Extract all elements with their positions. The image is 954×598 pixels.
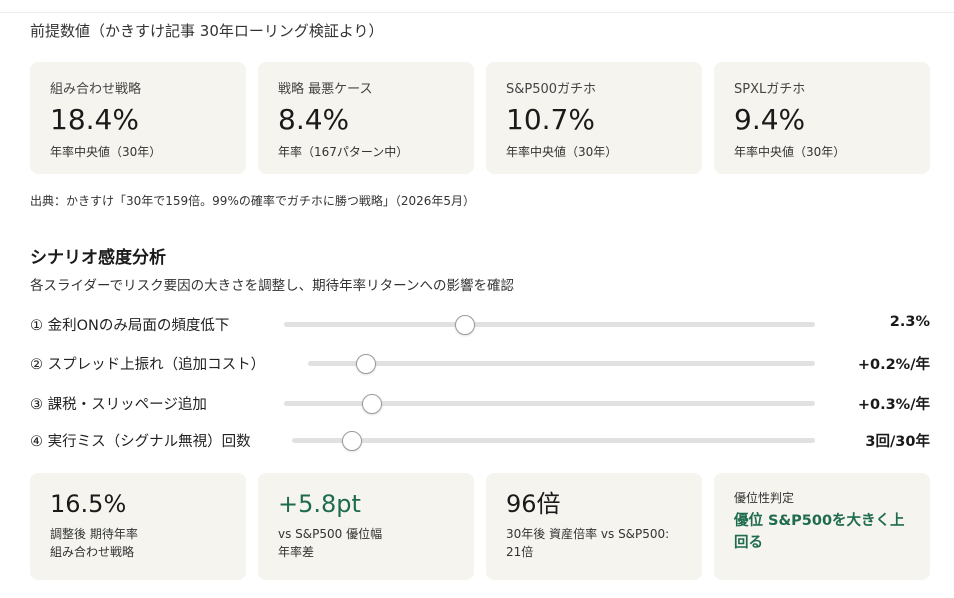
verdict-text: 優位 S&P500を大きく上回る <box>734 513 905 551</box>
source-citation: 出典：かきすけ「30年で159倍。99%の確率でガチホに勝つ戦略」（2026年5… <box>30 194 476 208</box>
card-value: 9.4% <box>734 103 806 136</box>
premise-card-combo-strategy: 組み合わせ戦略 18.4% 年率中央値（30年） <box>30 62 246 174</box>
result-card-row: 16.5% 調整後 期待年率 組み合わせ戦略 +5.8pt vs S&P500 … <box>30 473 930 580</box>
premise-card-sp500-hold: S&P500ガチホ 10.7% 年率中央値（30年） <box>486 62 702 174</box>
result-card-advantage: +5.8pt vs S&P500 優位幅 年率差 <box>258 473 474 580</box>
card-value: 10.7% <box>506 103 595 136</box>
result-subtext-line: 調整後 期待年率 <box>50 527 138 541</box>
slider-thumb[interactable] <box>356 354 377 374</box>
scenario-description: 各スライダーでリスク要因の大きさを調整し、期待年率リターンへの影響を確認 <box>30 278 514 294</box>
card-value: 18.4% <box>50 103 139 136</box>
slider-value: 2.3% <box>889 314 930 330</box>
result-subtext-line: 組み合わせ戦略 <box>50 545 135 559</box>
result-card-verdict: 優位性判定 優位 S&P500を大きく上回る <box>714 473 930 580</box>
slider-label: ④ 実行ミス（シグナル無視）回数 <box>30 434 251 450</box>
result-card-asset-multiple: 96倍 30年後 資産倍率 vs S&P500: 21倍 <box>486 473 702 580</box>
slider-row-rate-on-frequency: ① 金利ONのみ局面の頻度低下 2.3% <box>30 312 930 336</box>
result-subtext: vs S&P500 優位幅 年率差 <box>278 525 454 561</box>
card-note: 年率中央値（30年） <box>50 145 162 159</box>
verdict-label: 優位性判定 <box>734 491 795 505</box>
slider-row-tax-slippage: ③ 課税・スリッページ追加 +0.3%/年 <box>30 391 930 415</box>
slider-track[interactable] <box>292 431 815 451</box>
scenario-section-title: シナリオ感度分析 <box>30 248 166 268</box>
slider-label: ① 金利ONのみ局面の頻度低下 <box>30 318 230 334</box>
card-label: S&P500ガチホ <box>506 82 597 97</box>
slider-track[interactable] <box>308 354 815 374</box>
card-value: 8.4% <box>278 103 350 136</box>
premise-section-title: 前提数値（かきすけ記事 30年ローリング検証より） <box>30 22 384 40</box>
result-value: 16.5% <box>50 490 127 518</box>
result-subtext-line: vs S&P500 優位幅 <box>278 527 383 541</box>
card-note: 年率（167パターン中） <box>278 145 409 159</box>
slider-label: ③ 課税・スリッページ追加 <box>30 397 207 413</box>
slider-label: ② スプレッド上振れ（追加コスト） <box>30 357 266 373</box>
result-subtext: 調整後 期待年率 組み合わせ戦略 <box>50 525 226 561</box>
slider-thumb[interactable] <box>454 315 475 335</box>
result-subtext: 30年後 資産倍率 vs S&P500: 21倍 <box>506 527 670 559</box>
result-subtext-line: 年率差 <box>278 545 315 559</box>
slider-track[interactable] <box>284 315 815 335</box>
slider-value: +0.2%/年 <box>857 357 930 373</box>
premise-card-worst-case: 戦略 最悪ケース 8.4% 年率（167パターン中） <box>258 62 474 174</box>
card-note: 年率中央値（30年） <box>506 145 618 159</box>
slider-thumb[interactable] <box>361 394 382 414</box>
top-divider <box>0 12 954 13</box>
result-value: 96倍 <box>506 490 561 518</box>
slider-value: +0.3%/年 <box>857 397 930 413</box>
result-value: +5.8pt <box>278 490 361 518</box>
card-label: 組み合わせ戦略 <box>50 82 142 97</box>
card-label: 戦略 最悪ケース <box>278 82 373 97</box>
card-label: SPXLガチホ <box>734 82 806 97</box>
slider-track[interactable] <box>284 394 815 414</box>
slider-thumb[interactable] <box>342 431 363 451</box>
premise-card-row: 組み合わせ戦略 18.4% 年率中央値（30年） 戦略 最悪ケース 8.4% 年… <box>30 62 930 174</box>
result-card-expected-return: 16.5% 調整後 期待年率 組み合わせ戦略 <box>30 473 246 580</box>
premise-card-spxl-hold: SPXLガチホ 9.4% 年率中央値（30年） <box>714 62 930 174</box>
slider-row-spread-cost: ② スプレッド上振れ（追加コスト） +0.2%/年 <box>30 351 930 375</box>
slider-row-execution-miss: ④ 実行ミス（シグナル無視）回数 3回/30年 <box>30 428 930 452</box>
card-note: 年率中央値（30年） <box>734 145 846 159</box>
slider-value: 3回/30年 <box>865 434 930 450</box>
